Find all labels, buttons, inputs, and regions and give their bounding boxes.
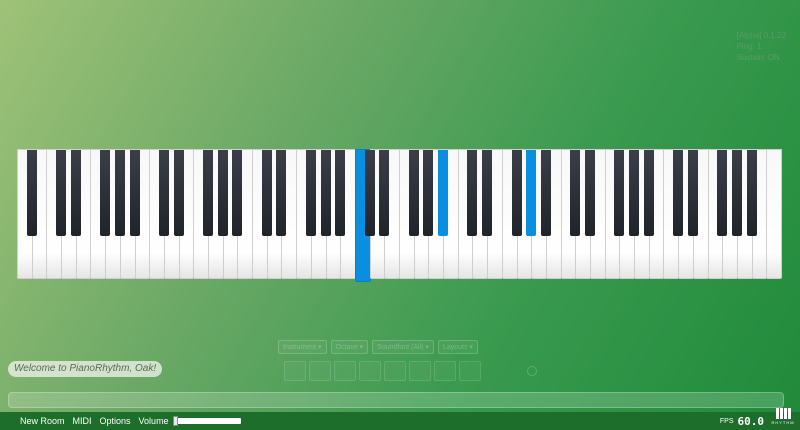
chat-input[interactable] [8,392,784,408]
fps-label: FPS [719,417,734,425]
version-text: [Alpha] 0.1.22 [736,31,786,40]
ghost-button[interactable] [284,361,306,381]
midi-button[interactable]: MIDI [73,416,92,426]
ghost-toolbar: Instrument ▾ Octave ▾ Soundfont (All) ▾ … [278,340,478,355]
status-panel: [Alpha] 0.1.22 Ping: 1 Sustain: ON [737,30,786,63]
black-key[interactable] [687,150,698,236]
black-key[interactable] [305,150,316,236]
welcome-message: Welcome to PianoRhythm, Oak! [8,361,163,377]
ghost-button[interactable] [334,361,356,381]
black-key[interactable] [364,150,375,236]
black-key[interactable] [56,150,67,236]
black-key[interactable] [438,150,449,236]
black-key[interactable] [467,150,478,236]
ghost-button[interactable] [384,361,406,381]
logo-keys-icon [775,408,791,419]
black-key[interactable] [26,150,37,236]
black-key[interactable] [217,150,228,236]
black-key[interactable] [320,150,331,236]
add-circle-icon[interactable] [527,366,537,376]
layouts-select[interactable]: Layouts ▾ [437,340,478,354]
ghost-button[interactable] [359,361,381,381]
volume-slider-thumb[interactable] [172,416,178,426]
piano-keyboard[interactable] [17,149,782,282]
black-key[interactable] [408,150,419,236]
volume-slider[interactable] [172,416,241,426]
black-key[interactable] [585,150,595,236]
black-key[interactable] [643,150,654,236]
instrument-select[interactable]: Instrument ▾ [278,340,327,354]
ghost-button[interactable] [309,361,331,381]
black-key[interactable] [232,150,243,236]
black-key[interactable] [746,150,757,236]
black-key[interactable] [335,150,346,236]
ping-text: Ping: 1 [736,42,762,51]
black-key[interactable] [731,150,742,236]
fps-display: FPS 60.0 [720,412,764,430]
black-key[interactable] [423,150,434,236]
black-key[interactable] [158,150,169,236]
black-key[interactable] [629,150,640,236]
ghost-button-row [284,361,481,381]
soundfont-select[interactable]: Soundfont (All) ▾ [372,340,434,354]
black-key[interactable] [614,150,625,236]
options-button[interactable]: Options [100,416,131,426]
sustain-text: Sustain: ON [736,53,780,62]
black-key[interactable] [717,150,728,236]
bottom-bar: New Room MIDI Options Volume FPS 60.0 [0,412,800,430]
black-key[interactable] [540,150,551,236]
black-key[interactable] [482,150,493,236]
black-key[interactable] [276,150,287,236]
black-key[interactable] [261,150,272,236]
pianorhythm-logo: RHYTHM [770,408,796,428]
ghost-button[interactable] [409,361,431,381]
fps-value: 60.0 [737,414,765,428]
ghost-button[interactable] [434,361,456,381]
volume-label: Volume [138,416,169,426]
logo-text: RHYTHM [771,420,795,425]
ghost-button[interactable] [459,361,481,381]
black-key[interactable] [100,150,111,236]
black-key[interactable] [114,150,125,236]
octave-select[interactable]: Octave ▾ [330,340,369,354]
black-key[interactable] [570,150,581,236]
black-key[interactable] [129,150,140,236]
black-key[interactable] [70,150,81,236]
black-key[interactable] [203,150,213,236]
black-key[interactable] [511,150,522,236]
white-key[interactable] [766,149,782,279]
black-key[interactable] [526,150,537,236]
new-room-button[interactable]: New Room [20,416,65,426]
black-key[interactable] [673,150,684,236]
black-key[interactable] [173,150,184,236]
black-key[interactable] [379,150,390,236]
